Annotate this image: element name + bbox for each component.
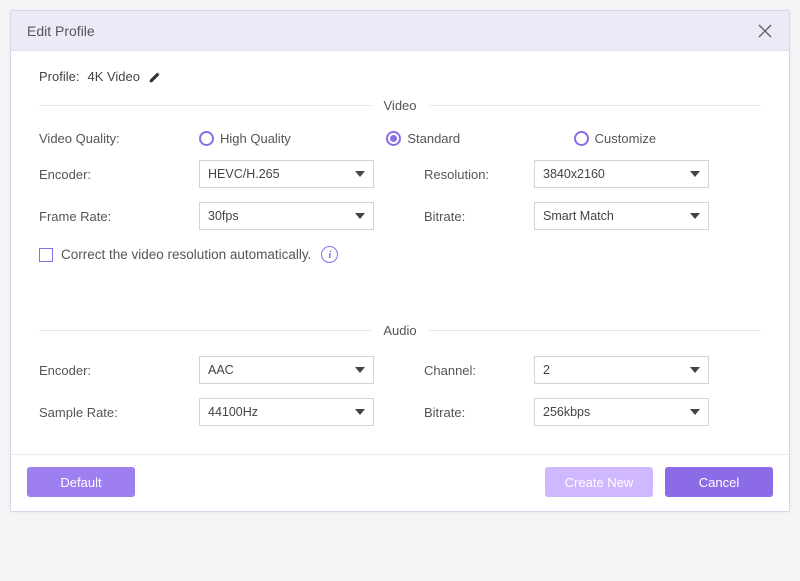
samplerate-select[interactable]: 44100Hz — [199, 398, 374, 426]
profile-name: 4K Video — [87, 69, 140, 84]
radio-label: High Quality — [220, 131, 291, 146]
radio-icon — [386, 131, 401, 146]
select-value: HEVC/H.265 — [208, 167, 280, 181]
edit-icon[interactable] — [148, 70, 162, 84]
radio-label: Customize — [595, 131, 656, 146]
framerate-select[interactable]: 30fps — [199, 202, 374, 230]
select-value: 44100Hz — [208, 405, 258, 419]
chevron-down-icon — [355, 213, 365, 219]
chevron-down-icon — [690, 409, 700, 415]
default-button[interactable]: Default — [27, 467, 135, 497]
audio-section-label: Audio — [371, 323, 428, 338]
auto-resolution-label: Correct the video resolution automatical… — [61, 247, 311, 262]
audio-section-divider: Audio — [39, 323, 761, 338]
radio-customize[interactable]: Customize — [574, 131, 761, 146]
chevron-down-icon — [355, 367, 365, 373]
dialog-footer: Default Create New Cancel — [11, 454, 789, 511]
radio-icon — [199, 131, 214, 146]
create-new-button[interactable]: Create New — [545, 467, 653, 497]
chevron-down-icon — [355, 171, 365, 177]
edit-profile-dialog: Edit Profile Profile: 4K Video Video Vid… — [10, 10, 790, 512]
profile-row: Profile: 4K Video — [39, 69, 761, 84]
close-icon[interactable] — [757, 23, 773, 39]
dialog-content: Profile: 4K Video Video Video Quality: H… — [11, 51, 789, 454]
samplerate-label: Sample Rate: — [39, 405, 199, 420]
video-section-label: Video — [372, 98, 429, 113]
select-value: AAC — [208, 363, 234, 377]
chevron-down-icon — [355, 409, 365, 415]
cancel-button[interactable]: Cancel — [665, 467, 773, 497]
video-section-divider: Video — [39, 98, 761, 113]
radio-label: Standard — [407, 131, 460, 146]
footer-right: Create New Cancel — [545, 467, 773, 497]
dialog-title: Edit Profile — [27, 23, 95, 39]
select-value: 2 — [543, 363, 550, 377]
video-bitrate-label: Bitrate: — [424, 209, 534, 224]
audio-encoder-select[interactable]: AAC — [199, 356, 374, 384]
profile-label: Profile: — [39, 69, 79, 84]
select-value: 30fps — [208, 209, 239, 223]
video-encoder-select[interactable]: HEVC/H.265 — [199, 160, 374, 188]
video-encoder-label: Encoder: — [39, 167, 199, 182]
radio-icon — [574, 131, 589, 146]
audio-bitrate-label: Bitrate: — [424, 405, 534, 420]
radio-standard[interactable]: Standard — [386, 131, 573, 146]
audio-encoder-label: Encoder: — [39, 363, 199, 378]
audio-settings-grid: Encoder: AAC Channel: 2 Sample Rate: 441… — [39, 356, 761, 426]
video-quality-radio-group: High Quality Standard Customize — [199, 131, 761, 146]
audio-bitrate-select[interactable]: 256kbps — [534, 398, 709, 426]
select-value: Smart Match — [543, 209, 614, 223]
video-quality-row: Video Quality: High Quality Standard Cus… — [39, 131, 761, 146]
radio-high-quality[interactable]: High Quality — [199, 131, 386, 146]
titlebar: Edit Profile — [11, 11, 789, 51]
auto-resolution-row: Correct the video resolution automatical… — [39, 246, 761, 263]
chevron-down-icon — [690, 213, 700, 219]
framerate-label: Frame Rate: — [39, 209, 199, 224]
chevron-down-icon — [690, 171, 700, 177]
chevron-down-icon — [690, 367, 700, 373]
info-icon[interactable]: i — [321, 246, 338, 263]
auto-resolution-checkbox[interactable] — [39, 248, 53, 262]
resolution-select[interactable]: 3840x2160 — [534, 160, 709, 188]
channel-label: Channel: — [424, 363, 534, 378]
video-bitrate-select[interactable]: Smart Match — [534, 202, 709, 230]
select-value: 3840x2160 — [543, 167, 605, 181]
resolution-label: Resolution: — [424, 167, 534, 182]
video-quality-label: Video Quality: — [39, 131, 199, 146]
channel-select[interactable]: 2 — [534, 356, 709, 384]
video-settings-grid: Encoder: HEVC/H.265 Resolution: 3840x216… — [39, 160, 761, 230]
select-value: 256kbps — [543, 405, 590, 419]
